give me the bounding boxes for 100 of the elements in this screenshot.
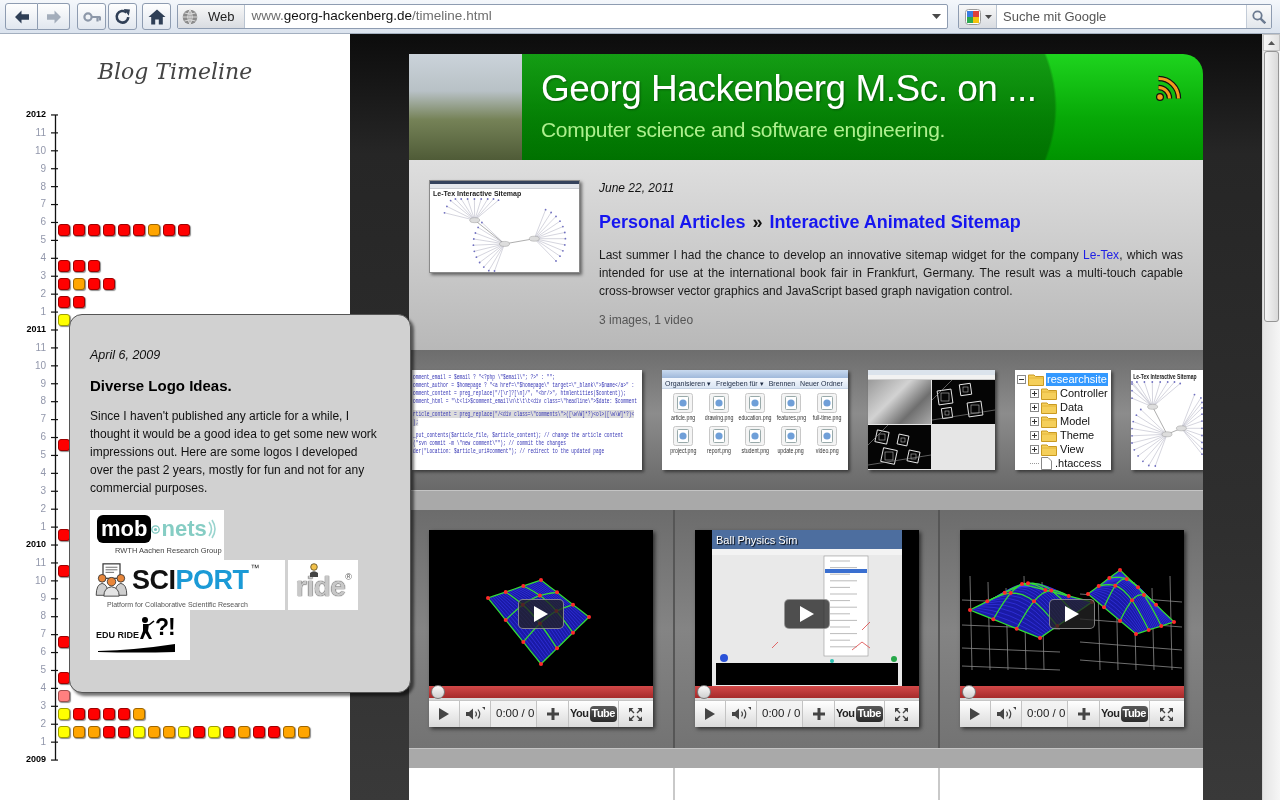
post-marker[interactable] xyxy=(73,725,85,738)
post-marker[interactable] xyxy=(298,725,310,738)
post-marker[interactable] xyxy=(178,224,190,237)
post-marker[interactable] xyxy=(58,672,70,685)
post-marker[interactable] xyxy=(73,224,85,237)
seek-handle[interactable] xyxy=(431,685,445,699)
player-logo[interactable]: You Tube xyxy=(569,701,619,727)
post-marker[interactable] xyxy=(103,707,115,720)
post-marker[interactable] xyxy=(88,278,100,291)
player-logo[interactable]: You Tube xyxy=(1100,701,1150,727)
post-marker[interactable] xyxy=(163,224,175,237)
seek-bar[interactable] xyxy=(695,686,919,698)
post-marker[interactable] xyxy=(193,725,205,738)
expand-icon[interactable] xyxy=(1030,416,1039,426)
search-field[interactable]: Suche mit Google xyxy=(997,5,1246,28)
post-marker[interactable] xyxy=(73,296,85,309)
expand-icon[interactable] xyxy=(1030,388,1039,398)
tree-item[interactable]: Theme xyxy=(1059,428,1096,442)
post-marker[interactable] xyxy=(283,725,295,738)
post-marker[interactable] xyxy=(88,725,100,738)
home-button[interactable] xyxy=(142,3,171,30)
breadcrumb-separator: » xyxy=(752,211,763,234)
post-marker[interactable] xyxy=(178,725,190,738)
address-bar[interactable]: Web www.georg-hackenberg.de/timeline.html xyxy=(177,4,948,29)
tree-item[interactable]: View xyxy=(1059,442,1085,456)
post-marker[interactable] xyxy=(133,707,145,720)
post-marker[interactable] xyxy=(208,725,220,738)
time-display: 0:00 / 0 xyxy=(491,701,537,727)
tree-item[interactable]: Controller xyxy=(1059,386,1109,400)
plus-icon xyxy=(811,707,826,721)
gallery-thumbnail[interactable]: researchsite Controller Data Model Theme View .htaccess xyxy=(1015,370,1111,470)
player-logo[interactable]: You Tube xyxy=(835,701,885,727)
post-marker[interactable] xyxy=(73,278,85,291)
video-frame[interactable] xyxy=(960,530,1184,686)
collapse-icon[interactable] xyxy=(1017,374,1026,384)
post-marker[interactable] xyxy=(58,224,70,237)
post-marker[interactable] xyxy=(58,636,70,649)
post-marker[interactable] xyxy=(223,725,235,738)
expand-icon[interactable] xyxy=(1030,402,1039,412)
search-button[interactable] xyxy=(1246,5,1271,28)
post-marker[interactable] xyxy=(133,224,145,237)
post-marker[interactable] xyxy=(103,725,115,738)
post-marker[interactable] xyxy=(118,725,130,738)
tree-item[interactable]: Data xyxy=(1059,400,1085,414)
post-marker[interactable] xyxy=(238,725,250,738)
big-play-button[interactable] xyxy=(518,599,564,629)
post-marker[interactable] xyxy=(88,707,100,720)
timeline-title: Blog Timeline xyxy=(97,59,253,85)
marker-edges-drawing xyxy=(868,425,931,469)
post-marker[interactable] xyxy=(103,224,115,237)
post-marker[interactable] xyxy=(148,725,160,738)
post-marker[interactable] xyxy=(58,296,70,309)
tree-item[interactable]: .htaccess xyxy=(1054,456,1103,470)
post-marker[interactable] xyxy=(58,690,70,702)
video-frame[interactable] xyxy=(429,530,653,686)
site-identity-button[interactable]: Web xyxy=(178,5,245,28)
post-marker[interactable] xyxy=(253,725,265,738)
post-marker[interactable] xyxy=(58,528,70,541)
scrollbar[interactable] xyxy=(1262,34,1280,800)
scrollbar-thumb[interactable] xyxy=(1264,51,1279,322)
post-marker[interactable] xyxy=(58,725,70,738)
scroll-up-button[interactable] xyxy=(1263,34,1280,51)
post-marker[interactable] xyxy=(88,224,100,237)
reload-button[interactable] xyxy=(108,3,137,30)
post-marker[interactable] xyxy=(73,260,85,273)
post-marker[interactable] xyxy=(58,278,70,291)
post-marker[interactable] xyxy=(268,725,280,738)
gallery-thumbnail[interactable] xyxy=(412,370,642,470)
post-marker[interactable] xyxy=(73,707,85,720)
article-title-link[interactable]: Interactive Animated Sitemap xyxy=(769,210,1021,234)
post-marker[interactable] xyxy=(58,260,70,273)
expand-icon[interactable] xyxy=(1030,430,1039,440)
seek-bar[interactable] xyxy=(429,686,653,698)
big-play-button[interactable] xyxy=(1049,599,1095,629)
rss-feed-icon[interactable] xyxy=(1155,75,1183,102)
seek-bar[interactable] xyxy=(960,686,1184,698)
post-marker[interactable] xyxy=(58,707,70,720)
expand-icon[interactable] xyxy=(1030,444,1039,454)
post-marker[interactable] xyxy=(88,260,100,273)
tree-item[interactable]: Model xyxy=(1059,414,1091,428)
seek-handle[interactable] xyxy=(962,685,976,699)
post-marker[interactable] xyxy=(148,224,160,237)
post-marker[interactable] xyxy=(163,725,175,738)
post-marker[interactable] xyxy=(58,564,70,577)
gallery-thumbnail[interactable] xyxy=(868,370,995,470)
big-play-button[interactable] xyxy=(784,599,830,629)
url-field[interactable]: www.georg-hackenberg.de/timeline.html xyxy=(244,5,925,28)
photo-placeholder xyxy=(868,380,931,424)
post-marker[interactable] xyxy=(103,278,115,291)
post-marker[interactable] xyxy=(118,224,130,237)
post-marker[interactable] xyxy=(133,725,145,738)
post-marker[interactable] xyxy=(58,313,70,326)
search-engine-button[interactable] xyxy=(959,5,997,28)
seek-handle[interactable] xyxy=(697,685,711,699)
post-marker[interactable] xyxy=(118,707,130,720)
category-link[interactable]: Personal Articles xyxy=(599,210,746,234)
post-marker[interactable] xyxy=(58,439,70,452)
search-bar[interactable]: Suche mit Google xyxy=(958,4,1272,29)
video-frame[interactable]: Ball Physics Sim xyxy=(695,530,919,686)
back-button[interactable] xyxy=(5,3,38,30)
